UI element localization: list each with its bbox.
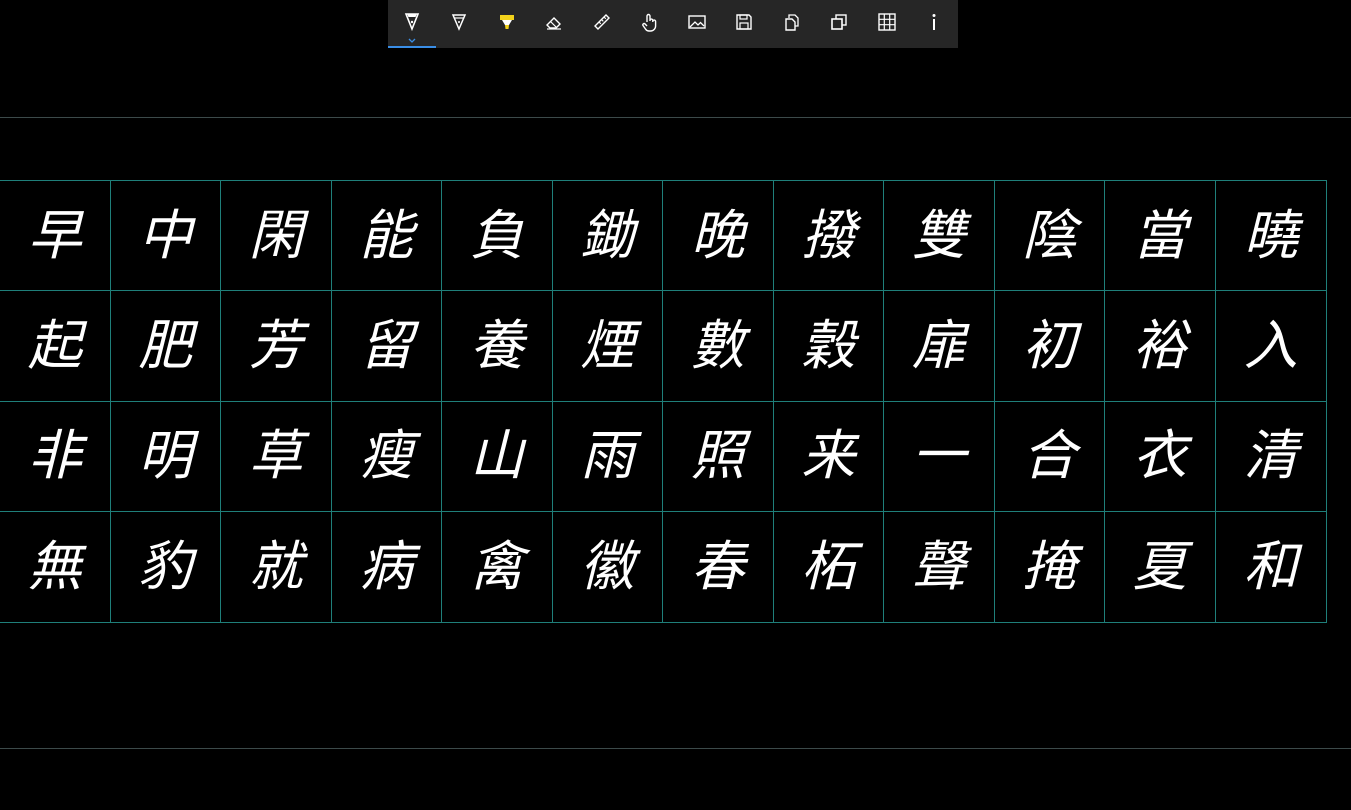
- grid-cell: 數: [663, 291, 774, 402]
- eraser-tool[interactable]: [531, 0, 579, 48]
- grid-cell: 撥: [773, 181, 884, 292]
- touch-writing-tool[interactable]: [626, 0, 674, 48]
- grid-cell: 草: [221, 401, 332, 512]
- info-icon: [923, 11, 945, 37]
- grid-cell: 非: [0, 401, 111, 512]
- grid-cell: 明: [110, 401, 221, 512]
- grid-cell: 扉: [884, 291, 995, 402]
- grid-cell: 和: [1243, 534, 1298, 598]
- ruler-tool[interactable]: [578, 0, 626, 48]
- grid-cell: 雙: [884, 181, 995, 292]
- grid-cell: 留: [331, 291, 442, 402]
- pen-icon: [401, 11, 423, 37]
- grid-cell: 合: [994, 401, 1105, 512]
- pen-tool[interactable]: [388, 0, 436, 48]
- ruler-icon: [591, 11, 613, 37]
- grid-cell: 負: [442, 181, 553, 292]
- grid-cell: 衣: [1105, 401, 1216, 512]
- grid-cell: 陰: [994, 181, 1105, 292]
- grid-cell: 就: [221, 511, 332, 622]
- grid-icon: [876, 11, 898, 37]
- eraser-icon: [543, 11, 565, 37]
- grid-cell: 夏: [1105, 511, 1216, 622]
- save-icon: [733, 11, 755, 37]
- grid-cell: 聲: [884, 511, 995, 622]
- grid-cell: 裕: [1105, 291, 1216, 402]
- pencil-icon: [448, 11, 470, 37]
- grid-cell: 徽: [553, 511, 663, 622]
- grid-cell: 煙: [552, 291, 663, 402]
- grid-cell: 早: [0, 181, 111, 292]
- grid-cell: 豹: [111, 511, 221, 622]
- grid-cell: 芳: [221, 291, 332, 402]
- save-tool[interactable]: [721, 0, 769, 48]
- grid-cell: 来: [773, 401, 884, 512]
- chevron-down-icon: [408, 38, 416, 43]
- grid-cell: 禽: [442, 511, 553, 622]
- toolbar: [388, 0, 958, 48]
- image-icon: [686, 11, 708, 37]
- copy-tool[interactable]: [768, 0, 816, 48]
- grid-cell: 掩: [995, 511, 1105, 622]
- bottom-rule: [0, 748, 1351, 749]
- grid-cell: 晚: [663, 181, 774, 292]
- grid-cell: 清: [1215, 402, 1326, 512]
- grid-cell: 起: [0, 291, 111, 402]
- grid-cell: 無: [0, 511, 111, 622]
- highlighter-tool[interactable]: [483, 0, 531, 48]
- grid-cell: 病: [332, 511, 442, 622]
- grid-cell: 入: [1215, 291, 1326, 402]
- grid-cell: 肥: [110, 291, 221, 402]
- touch-icon: [638, 11, 660, 37]
- grid-tool[interactable]: [863, 0, 911, 48]
- top-rule: [0, 117, 1351, 118]
- grid-cell: 瘦: [331, 401, 442, 512]
- highlighter-icon: [496, 11, 518, 37]
- practice-grid[interactable]: 早 中 閑 能 負 鋤 晚 撥 雙 陰 當 曉 起 肥 芳 留 養 煙 數 穀 …: [0, 180, 1327, 623]
- pencil-tool[interactable]: [436, 0, 484, 48]
- ink-canvas[interactable]: 早 中 閑 能 負 鋤 晚 撥 雙 陰 當 曉 起 肥 芳 留 養 煙 數 穀 …: [0, 0, 1351, 810]
- grid-cell: 中: [110, 181, 221, 292]
- grid-cell: 照: [663, 401, 774, 512]
- grid-cell: 曉: [1215, 181, 1326, 292]
- grid-cell: 養: [442, 291, 553, 402]
- grid-cell: 一: [884, 401, 995, 512]
- copy-icon: [781, 11, 803, 37]
- duplicate-icon: [828, 11, 850, 37]
- grid-cell: 山: [442, 401, 553, 512]
- grid-cell: 柘: [774, 511, 884, 622]
- insert-image-tool[interactable]: [673, 0, 721, 48]
- grid-cell: 初: [994, 291, 1105, 402]
- grid-cell: 當: [1105, 181, 1216, 292]
- grid-cell: 穀: [773, 291, 884, 402]
- duplicate-tool[interactable]: [816, 0, 864, 48]
- info-tool[interactable]: [911, 0, 959, 48]
- grid-cell: 雨: [552, 401, 663, 512]
- grid-cell: 春: [663, 511, 774, 622]
- grid-cell: 鋤: [552, 181, 663, 292]
- grid-cell: 能: [331, 181, 442, 292]
- grid-cell: 閑: [221, 181, 332, 292]
